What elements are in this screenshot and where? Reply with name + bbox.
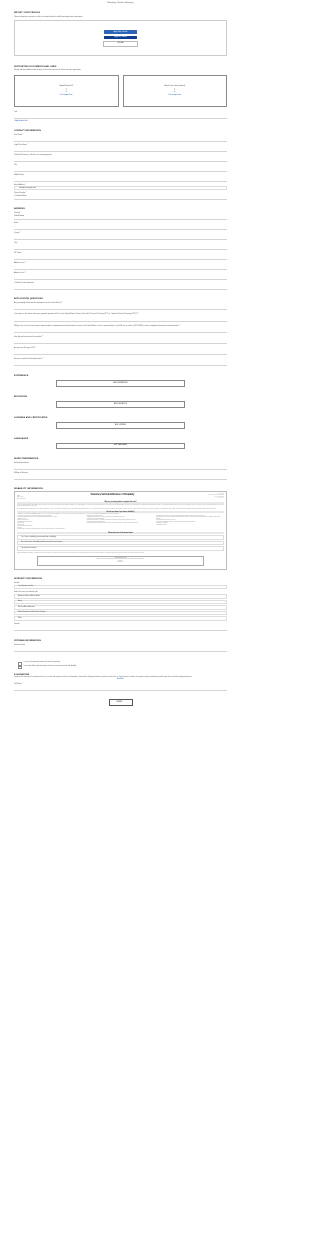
public-burden-statement: PUBLIC BURDEN STATEMENT: According to th… [17,552,145,554]
employer-use-date-of-hire: Date of Hire: [117,562,124,564]
upload-resume-button[interactable]: UPLOAD [103,41,138,47]
resume-title: Upload Resume/CV [59,86,74,88]
cover-letter-title: Attach Cover Letter (optional) [164,86,186,88]
resume-upload-box[interactable]: Upload Resume/CV ⇪ or Use Google Drive [14,74,119,107]
apply-linkedin-button[interactable]: Apply With LinkedIn [104,30,137,34]
disability-list-col-3: • Nervous system condition, for example,… [156,515,221,526]
add-license-button[interactable]: ADD LICENSE [56,421,185,429]
disability-list: • Alcohol or other substance use disorde… [17,516,224,531]
add-education-button[interactable]: ADD EDUCATION [56,400,185,408]
why-band: Why are you being asked to complete this… [17,501,224,504]
add-language-button[interactable]: ADD LANGUAGE [56,442,185,450]
disability-date-label: Date: 04/20/2024 [17,499,26,500]
check-band: Please check one of the boxes below: [17,531,224,535]
upload-icon: ⇪ [173,88,176,92]
submit-button[interactable]: SUBMIT → [108,698,133,706]
page-title: Relativity Product Manager [107,2,134,4]
add-experience-button[interactable]: ADD EXPERIENCE [56,380,185,387]
application-form: Relativity Product Manager IMPORT YOUR P… [0,0,241,1240]
documents-upload-row: Upload Resume/CV ⇪ or Use Google Drive A… [14,74,227,107]
cover-letter-google-drive-link[interactable]: Use Google Drive [168,95,181,96]
import-profile-box: Apply With LinkedIn Apply with Indeed UP… [14,20,227,57]
cover-letter-or: or [174,92,176,94]
resume-google-drive-link[interactable]: Use Google Drive [60,95,73,96]
apply-indeed-button[interactable]: Apply with Indeed [104,35,137,40]
disability-option-yes[interactable]: Yes, I have a disability (or previously … [17,535,224,540]
form-meta: Form CC-305 OMB Control Number 1250-0005… [207,493,224,500]
disability-option-no[interactable]: No, I do not have a disability and have … [17,540,224,546]
disability-list-col-2: • Epilepsy or other seizure disorder • G… [86,515,138,525]
cover-letter-upload-box[interactable]: Attach Cover Letter (optional) ⇪ or Use … [122,74,227,107]
employer-use-box: For Employer Use Only Employers may make… [37,555,204,566]
why-text-2: Completing this form is voluntary, and w… [17,508,217,510]
disability-list-col-1: • Alcohol or other substance use disorde… [17,515,65,531]
resume-or: or [65,92,67,94]
disability-form: Form CC-305 OMB Control Number 1250-0005… [14,491,227,570]
checkbox-icon [18,665,22,670]
upload-icon: ⇪ [65,88,68,92]
disability-option-decline[interactable]: I do not want to answer [17,546,224,551]
